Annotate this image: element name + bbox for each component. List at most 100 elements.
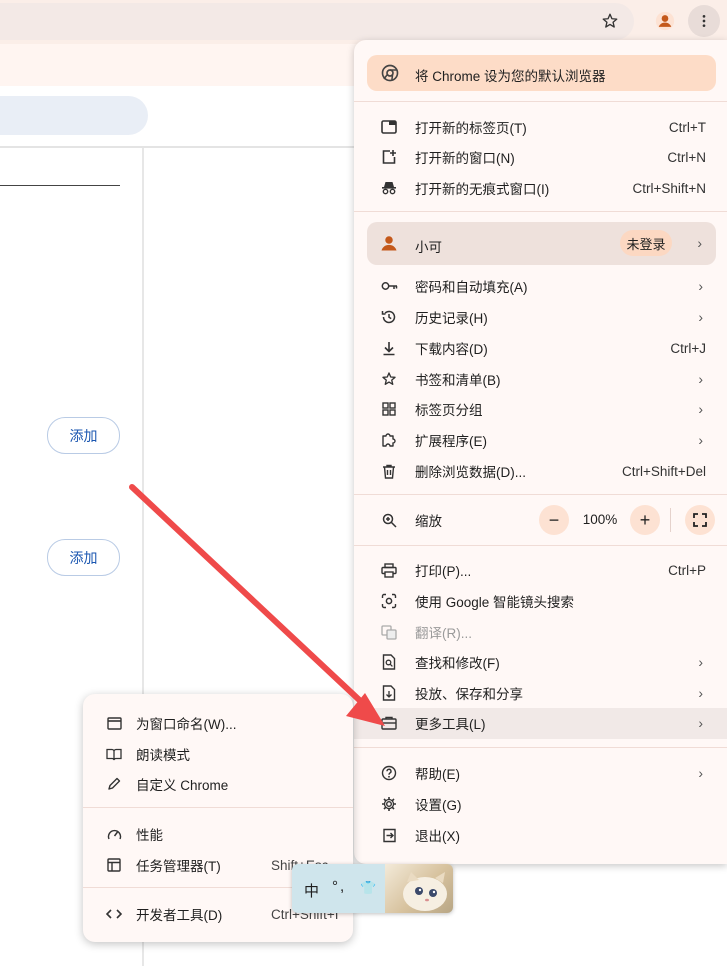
ime-punctuation-label[interactable]: °,	[332, 878, 346, 895]
window-icon	[105, 714, 123, 732]
book-icon	[105, 745, 123, 763]
chevron-right-icon: ›	[698, 401, 703, 417]
menu-item-label: 自定义 Chrome	[136, 778, 229, 793]
submenu-item-name-window[interactable]: 为窗口命名(W)...	[83, 708, 353, 738]
code-icon	[105, 905, 123, 923]
ime-skin-icon[interactable]: 👕	[360, 880, 376, 896]
history-icon	[380, 308, 398, 326]
grid-icon	[380, 400, 398, 418]
default-browser-banner[interactable]: 将 Chrome 设为您的默认浏览器	[367, 55, 716, 91]
chrome-logo-icon	[381, 64, 399, 82]
new-window-icon	[380, 148, 398, 166]
print-icon	[380, 561, 398, 579]
ime-mode-label[interactable]: 中	[304, 880, 319, 901]
key-icon	[380, 277, 398, 295]
menu-item-label: 朗读模式	[136, 748, 190, 763]
menu-item-help[interactable]: 帮助(E) ›	[354, 758, 727, 788]
download-icon	[380, 339, 398, 357]
shortcut-label: Ctrl+Shift+N	[632, 180, 706, 196]
menu-separator	[354, 747, 727, 748]
menu-item-more-tools[interactable]: 更多工具(L) ›	[354, 708, 727, 738]
menu-separator	[354, 494, 727, 495]
translate-icon	[380, 623, 398, 641]
incognito-icon	[380, 179, 398, 197]
chevron-right-icon: ›	[698, 371, 703, 387]
menu-item-bookmarks[interactable]: 书签和清单(B) ›	[354, 364, 727, 394]
cat-image	[385, 864, 453, 913]
exit-icon	[380, 826, 398, 844]
sign-in-status-badge: 未登录	[620, 230, 672, 256]
menu-item-label: 帮助(E)	[415, 767, 460, 782]
pencil-icon	[105, 775, 123, 793]
chevron-right-icon: ›	[698, 432, 703, 448]
menu-item-tab-groups[interactable]: 标签页分组 ›	[354, 394, 727, 424]
menu-item-google-lens[interactable]: 使用 Google 智能镜头搜索	[354, 586, 727, 616]
menu-item-clear-data[interactable]: 删除浏览数据(D)... Ctrl+Shift+Del	[354, 456, 727, 486]
submenu-item-performance[interactable]: 性能	[83, 819, 353, 849]
menu-item-translate: 翻译(R)...	[354, 617, 727, 647]
speedometer-icon	[105, 825, 123, 843]
underline-divider	[0, 185, 120, 186]
new-tab-icon	[380, 118, 398, 136]
chevron-right-icon: ›	[698, 765, 703, 781]
chevron-right-icon: ›	[698, 278, 703, 294]
toolbox-icon	[380, 714, 398, 732]
menu-item-label: 打开新的无痕式窗口(I)	[415, 182, 550, 197]
divider	[670, 508, 671, 532]
menu-separator	[354, 545, 727, 546]
chevron-right-icon: ›	[698, 654, 703, 670]
task-manager-icon	[105, 856, 123, 874]
menu-item-history[interactable]: 历史记录(H) ›	[354, 302, 727, 332]
menu-item-cast-save-share[interactable]: 投放、保存和分享 ›	[354, 678, 727, 708]
menu-item-label: 开发者工具(D)	[136, 908, 223, 923]
zoom-level: 100%	[582, 512, 618, 527]
add-button[interactable]: 添加	[47, 539, 120, 576]
profile-avatar-icon[interactable]	[649, 5, 681, 37]
menu-item-exit[interactable]: 退出(X)	[354, 820, 727, 850]
trash-icon	[380, 462, 398, 480]
chevron-right-icon: ›	[698, 715, 703, 731]
address-bar[interactable]	[0, 3, 634, 40]
zoom-out-button[interactable]: −	[539, 505, 569, 535]
find-page-icon	[380, 653, 398, 671]
submenu-item-customize[interactable]: 自定义 Chrome	[83, 769, 353, 799]
menu-item-label: 更多工具(L)	[415, 717, 486, 732]
puzzle-icon	[380, 431, 398, 449]
chevron-right-icon: ›	[698, 309, 703, 325]
menu-item-passwords[interactable]: 密码和自动填充(A) ›	[354, 271, 727, 301]
shortcut-label: Ctrl+Shift+Del	[621, 463, 706, 479]
bookmark-star-icon[interactable]	[594, 5, 626, 37]
menu-item-label: 投放、保存和分享	[415, 687, 523, 702]
menu-item-label: 打开新的窗口(N)	[415, 151, 515, 166]
banner-label: 将 Chrome 设为您的默认浏览器	[415, 69, 606, 84]
page-search-field[interactable]	[0, 96, 148, 135]
menu-separator	[354, 101, 727, 102]
fullscreen-button[interactable]	[685, 505, 715, 535]
menu-item-new-window[interactable]: 打开新的窗口(N) Ctrl+N	[354, 142, 727, 172]
kebab-menu-icon[interactable]	[688, 5, 720, 37]
menu-separator	[83, 807, 353, 808]
menu-item-print[interactable]: 打印(P)... Ctrl+P	[354, 555, 727, 585]
menu-item-label: 书签和清单(B)	[415, 373, 501, 388]
menu-item-label: 性能	[136, 828, 163, 843]
menu-item-incognito[interactable]: 打开新的无痕式窗口(I) Ctrl+Shift+N	[354, 173, 727, 203]
menu-item-label: 标签页分组	[415, 403, 483, 418]
save-page-icon	[380, 684, 398, 702]
person-icon	[380, 234, 398, 252]
add-button[interactable]: 添加	[47, 417, 120, 454]
menu-item-label: 退出(X)	[415, 829, 460, 844]
star-icon	[380, 370, 398, 388]
menu-item-extensions[interactable]: 扩展程序(E) ›	[354, 425, 727, 455]
menu-item-new-tab[interactable]: 打开新的标签页(T) Ctrl+T	[354, 112, 727, 142]
menu-item-label: 密码和自动填充(A)	[415, 280, 528, 295]
zoom-in-button[interactable]: +	[630, 505, 660, 535]
menu-item-label: 翻译(R)...	[415, 626, 472, 641]
shortcut-label: Ctrl+T	[668, 119, 706, 135]
menu-item-label: 任务管理器(T)	[136, 859, 221, 874]
menu-item-downloads[interactable]: 下载内容(D) Ctrl+J	[354, 333, 727, 363]
menu-item-label: 打开新的标签页(T)	[415, 121, 527, 136]
menu-item-settings[interactable]: 设置(G)	[354, 789, 727, 819]
menu-item-find[interactable]: 查找和修改(F) ›	[354, 647, 727, 677]
help-icon	[380, 764, 398, 782]
submenu-item-reading-mode[interactable]: 朗读模式	[83, 739, 353, 769]
